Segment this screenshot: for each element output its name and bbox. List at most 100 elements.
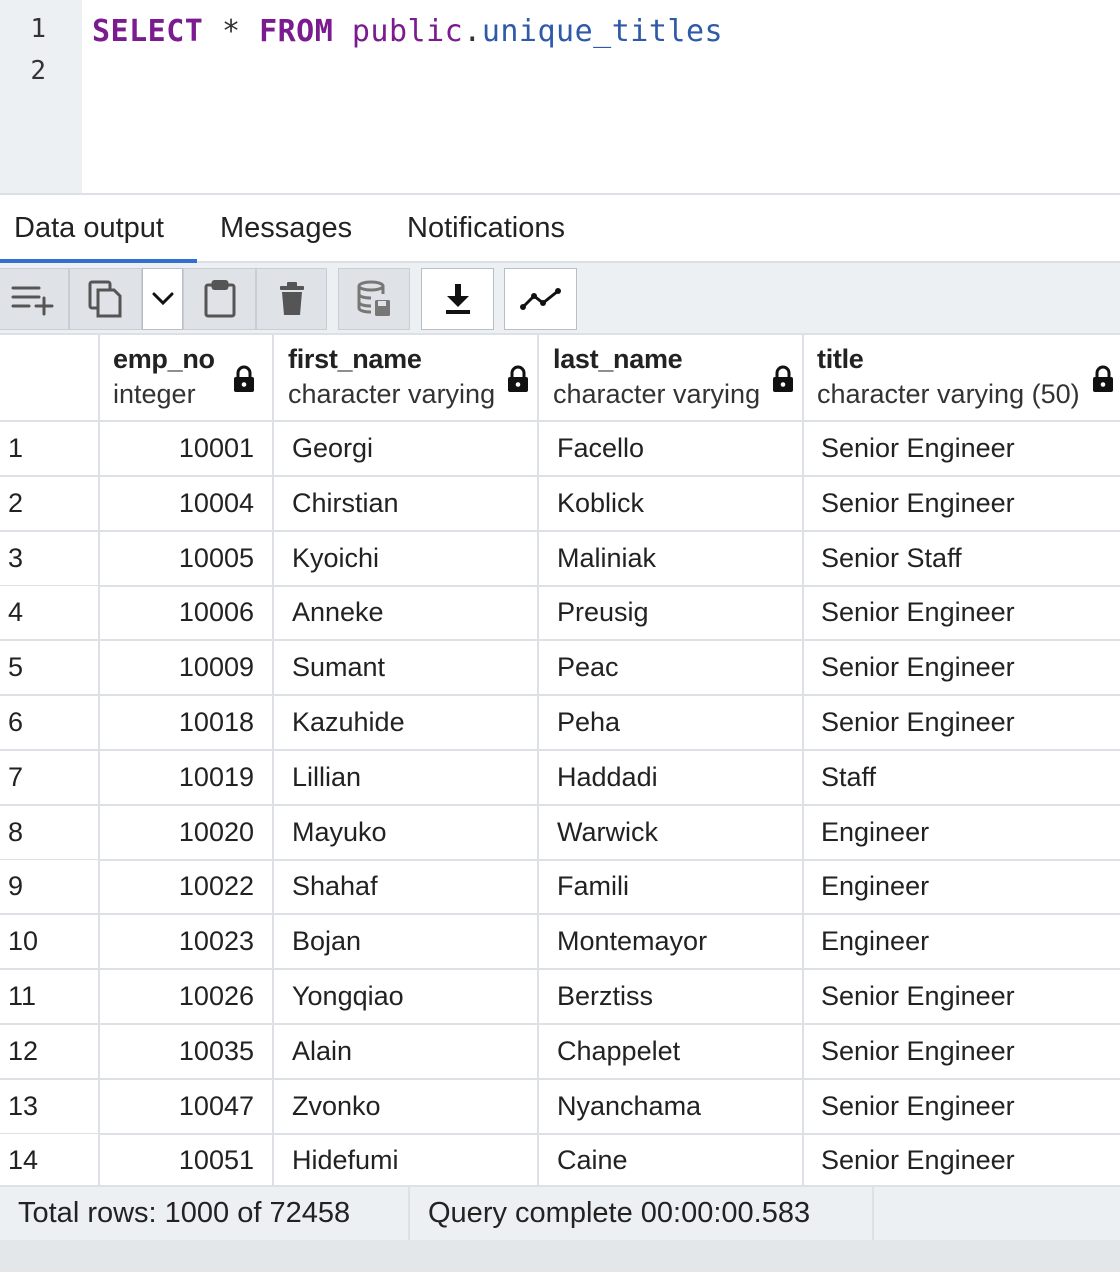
cell-first-name[interactable]: Bojan: [274, 915, 539, 969]
cell-emp-no[interactable]: 10004: [100, 476, 274, 530]
cell-first-name[interactable]: Alain: [274, 1024, 539, 1078]
tab-messages[interactable]: Messages: [206, 195, 366, 263]
delete-button[interactable]: [256, 268, 327, 330]
table-row[interactable]: 6 10018 Kazuhide Peha Senior Engineer: [0, 696, 1120, 751]
table-row[interactable]: 2 10004 Chirstian Koblick Senior Engineer: [0, 476, 1120, 532]
cell-emp-no[interactable]: 10023: [100, 915, 274, 969]
cell-title[interactable]: Senior Engineer: [804, 422, 1120, 475]
cell-last-name[interactable]: Haddadi: [539, 750, 804, 804]
cell-last-name[interactable]: Preusig: [539, 586, 804, 640]
cell-emp-no[interactable]: 10035: [100, 1024, 274, 1078]
cell-emp-no[interactable]: 10019: [100, 750, 274, 804]
cell-first-name[interactable]: Lillian: [274, 750, 539, 804]
table-row[interactable]: 8 10020 Mayuko Warwick Engineer: [0, 805, 1120, 861]
cell-emp-no[interactable]: 10020: [100, 805, 274, 859]
cell-first-name[interactable]: Yongqiao: [274, 970, 539, 1023]
table-row[interactable]: 7 10019 Lillian Haddadi Staff: [0, 750, 1120, 806]
cell-last-name[interactable]: Montemayor: [539, 915, 804, 969]
cell-emp-no[interactable]: 10005: [100, 531, 274, 585]
query-editor[interactable]: 1 2 SELECT * FROM public.unique_titles: [0, 0, 1120, 193]
copy-options-dropdown[interactable]: [142, 268, 183, 330]
cell-emp-no[interactable]: 10001: [100, 422, 274, 475]
cell-emp-no[interactable]: 10018: [100, 696, 274, 749]
cell-first-name[interactable]: Anneke: [274, 586, 539, 640]
row-number[interactable]: 14: [0, 1134, 100, 1185]
cell-first-name[interactable]: Sumant: [274, 641, 539, 695]
cell-title[interactable]: Senior Engineer: [804, 477, 1120, 530]
cell-last-name[interactable]: Koblick: [539, 476, 804, 530]
cell-last-name[interactable]: Warwick: [539, 805, 804, 859]
table-row[interactable]: 12 10035 Alain Chappelet Senior Engineer: [0, 1024, 1120, 1080]
row-number[interactable]: 11: [0, 970, 100, 1023]
cell-first-name[interactable]: Kyoichi: [274, 531, 539, 585]
row-number[interactable]: 7: [0, 750, 100, 804]
table-row[interactable]: 11 10026 Yongqiao Berztiss Senior Engineer: [0, 970, 1120, 1025]
cell-first-name[interactable]: Chirstian: [274, 476, 539, 530]
cell-title[interactable]: Senior Engineer: [804, 586, 1120, 639]
cell-last-name[interactable]: Maliniak: [539, 531, 804, 585]
cell-title[interactable]: Senior Engineer: [804, 1080, 1120, 1133]
table-row[interactable]: 13 10047 Zvonko Nyanchama Senior Engineer: [0, 1079, 1120, 1135]
row-number[interactable]: 10: [0, 915, 100, 969]
cell-title[interactable]: Senior Engineer: [804, 1025, 1120, 1078]
cell-title[interactable]: Senior Engineer: [804, 970, 1120, 1023]
cell-emp-no[interactable]: 10026: [100, 970, 274, 1023]
cell-emp-no[interactable]: 10022: [100, 860, 274, 914]
cell-first-name[interactable]: Zvonko: [274, 1079, 539, 1133]
cell-first-name[interactable]: Shahaf: [274, 860, 539, 914]
cell-first-name[interactable]: Georgi: [274, 422, 539, 475]
save-data-changes-button[interactable]: [338, 268, 410, 330]
table-row[interactable]: 1 10001 Georgi Facello Senior Engineer: [0, 422, 1120, 477]
row-number[interactable]: 12: [0, 1024, 100, 1078]
row-number[interactable]: 2: [0, 476, 100, 530]
row-number[interactable]: 5: [0, 641, 100, 695]
cell-title[interactable]: Engineer: [804, 915, 1120, 968]
table-row[interactable]: 14 10051 Hidefumi Caine Senior Engineer: [0, 1134, 1120, 1185]
cell-title[interactable]: Engineer: [804, 806, 1120, 859]
cell-emp-no[interactable]: 10006: [100, 586, 274, 640]
cell-first-name[interactable]: Kazuhide: [274, 696, 539, 749]
cell-title[interactable]: Senior Engineer: [804, 641, 1120, 694]
row-number[interactable]: 4: [0, 586, 100, 640]
data-grid[interactable]: emp_no integer first_name character vary…: [0, 335, 1120, 1185]
paste-button[interactable]: [183, 268, 256, 330]
download-button[interactable]: [421, 268, 494, 330]
cell-last-name[interactable]: Nyanchama: [539, 1079, 804, 1133]
cell-last-name[interactable]: Chappelet: [539, 1024, 804, 1078]
tab-notifications[interactable]: Notifications: [393, 195, 579, 263]
sql-code-line[interactable]: SELECT * FROM public.unique_titles: [92, 14, 723, 49]
row-number[interactable]: 1: [0, 422, 100, 475]
table-row[interactable]: 5 10009 Sumant Peac Senior Engineer: [0, 641, 1120, 697]
cell-last-name[interactable]: Peha: [539, 696, 804, 749]
column-header-emp-no[interactable]: emp_no integer: [100, 335, 274, 422]
table-row[interactable]: 3 10005 Kyoichi Maliniak Senior Staff: [0, 531, 1120, 587]
column-header-title[interactable]: title character varying (50): [804, 335, 1120, 422]
cell-first-name[interactable]: Hidefumi: [274, 1134, 539, 1185]
add-row-button[interactable]: [0, 268, 69, 330]
table-row[interactable]: 4 10006 Anneke Preusig Senior Engineer: [0, 586, 1120, 642]
graph-visualiser-button[interactable]: [504, 268, 577, 330]
tab-data-output[interactable]: Data output: [0, 195, 197, 263]
cell-first-name[interactable]: Mayuko: [274, 805, 539, 859]
cell-title[interactable]: Senior Engineer: [804, 1134, 1120, 1185]
cell-title[interactable]: Engineer: [804, 860, 1120, 913]
row-number[interactable]: 3: [0, 531, 100, 585]
column-header-first-name[interactable]: first_name character varying: [274, 335, 539, 422]
row-number[interactable]: 6: [0, 696, 100, 749]
row-number[interactable]: 8: [0, 805, 100, 859]
cell-last-name[interactable]: Berztiss: [539, 970, 804, 1023]
row-number[interactable]: 13: [0, 1079, 100, 1133]
cell-emp-no[interactable]: 10047: [100, 1079, 274, 1133]
cell-title[interactable]: Senior Staff: [804, 532, 1120, 585]
column-header-last-name[interactable]: last_name character varying: [539, 335, 804, 422]
cell-last-name[interactable]: Caine: [539, 1134, 804, 1185]
row-number[interactable]: 9: [0, 860, 100, 914]
table-row[interactable]: 10 10023 Bojan Montemayor Engineer: [0, 915, 1120, 971]
table-row[interactable]: 9 10022 Shahaf Famili Engineer: [0, 860, 1120, 916]
cell-last-name[interactable]: Famili: [539, 860, 804, 914]
cell-last-name[interactable]: Facello: [539, 422, 804, 475]
cell-emp-no[interactable]: 10051: [100, 1134, 274, 1185]
cell-last-name[interactable]: Peac: [539, 641, 804, 695]
cell-emp-no[interactable]: 10009: [100, 641, 274, 695]
cell-title[interactable]: Staff: [804, 751, 1120, 804]
